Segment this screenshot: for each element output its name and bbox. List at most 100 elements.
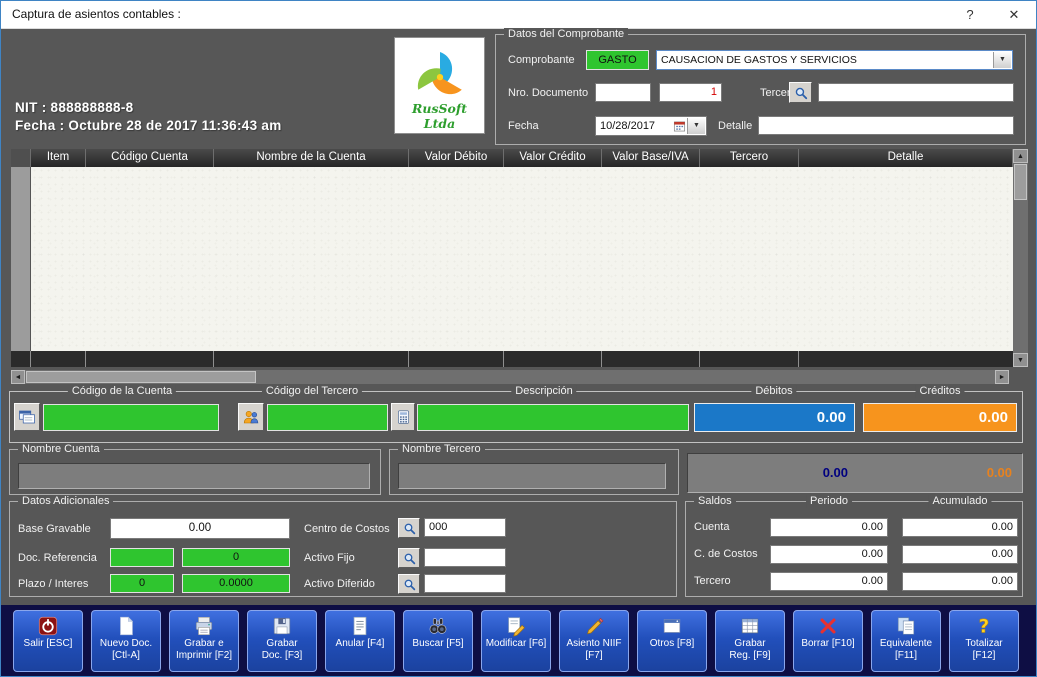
column-header-valor-credito[interactable]: Valor Crédito — [504, 149, 602, 167]
entry-row: Código de la Cuenta Código del Tercero D… — [9, 391, 1023, 443]
cuenta-lookup-button[interactable] — [14, 403, 40, 431]
people-icon — [242, 408, 260, 426]
detalle-field[interactable] — [758, 116, 1014, 135]
interes-field[interactable]: 0.0000 — [182, 574, 290, 593]
buscar-button[interactable]: Buscar [F5] — [403, 610, 473, 672]
centro-costos-search-button[interactable] — [398, 518, 420, 538]
saldo-cuenta-label: Cuenta — [694, 521, 729, 533]
column-header-item[interactable]: Item — [31, 149, 86, 167]
nombre-cuenta-groupbox: Nombre Cuenta — [9, 449, 381, 495]
niif-pencil-icon — [583, 615, 605, 637]
asiento-niif-button[interactable]: Asiento NIIF [F7] — [559, 610, 629, 672]
grid-rows-area[interactable] — [31, 167, 1013, 351]
activo-fijo-label: Activo Fijo — [304, 552, 355, 564]
fecha-label: Fecha — [508, 120, 539, 132]
column-header-valor-debito[interactable]: Valor Débito — [409, 149, 504, 167]
centro-costos-field[interactable]: 000 — [424, 518, 506, 537]
borrar-button[interactable]: Borrar [F10] — [793, 610, 863, 672]
activo-fijo-field[interactable] — [424, 548, 506, 567]
saldos-title: Saldos — [694, 495, 736, 508]
scroll-right-icon[interactable]: ► — [995, 370, 1009, 384]
debitos-amount-field[interactable]: 0.00 — [694, 403, 855, 432]
vertical-scroll-thumb[interactable] — [1014, 164, 1027, 200]
creditos-amount-field[interactable]: 0.00 — [863, 403, 1017, 432]
plazo-interes-label: Plazo / Interes — [18, 578, 88, 590]
equivalente-button[interactable]: Equivalente [F11] — [871, 610, 941, 672]
codigo-cuenta-input[interactable] — [43, 404, 219, 431]
salir-button[interactable]: Salir [ESC] — [13, 610, 83, 672]
nombre-tercero-label: Nombre Tercero — [398, 443, 485, 456]
saldo-tercero-label: Tercero — [694, 575, 731, 587]
plazo-field[interactable]: 0 — [110, 574, 174, 593]
fecha-datepicker[interactable]: 10/28/2017 ▼ — [595, 116, 707, 136]
exit-icon — [37, 615, 59, 637]
centro-costos-label: Centro de Costos — [304, 523, 390, 535]
borrar-label: Borrar [F10] — [801, 638, 854, 650]
title-bar: Captura de asientos contables : ? ✕ — [1, 1, 1036, 29]
column-header-valor-base-iva[interactable]: Valor Base/IVA — [602, 149, 700, 167]
activo-fijo-search-button[interactable] — [398, 548, 420, 568]
vertical-scrollbar[interactable]: ▲ ▼ — [1013, 149, 1028, 367]
column-header-codigo-cuenta[interactable]: Código Cuenta — [86, 149, 214, 167]
saldo-ccostos-periodo: 0.00 — [770, 545, 888, 564]
comprobante-groupbox-title: Datos del Comprobante — [504, 28, 628, 41]
grid-body[interactable] — [11, 167, 1013, 351]
column-header-tercero[interactable]: Tercero — [700, 149, 799, 167]
doc-referencia-tipo-field[interactable] — [110, 548, 174, 567]
scroll-down-icon[interactable]: ▼ — [1013, 353, 1028, 367]
base-gravable-field[interactable]: 0.00 — [110, 518, 290, 539]
horizontal-scroll-thumb[interactable] — [26, 371, 256, 383]
saldo-tercero-acumulado: 0.00 — [902, 572, 1018, 591]
saldo-ccostos-acumulado: 0.00 — [902, 545, 1018, 564]
grabar-reg-button[interactable]: Grabar Reg. [F9] — [715, 610, 785, 672]
tercero-lookup-button[interactable] — [238, 403, 264, 431]
comprobante-label: Comprobante — [508, 54, 575, 66]
close-button[interactable]: ✕ — [992, 1, 1036, 28]
totalizar-button[interactable]: ? Totalizar [F12] — [949, 610, 1019, 672]
row-selector-strip[interactable] — [11, 167, 31, 351]
scroll-up-icon[interactable]: ▲ — [1013, 149, 1028, 163]
equivalent-docs-icon — [895, 615, 917, 637]
comprobante-code-field[interactable]: GASTO — [586, 50, 649, 70]
calendar-icon — [673, 120, 686, 133]
totalize-question-icon: ? — [973, 615, 995, 637]
saldo-cuenta-periodo: 0.00 — [770, 518, 888, 537]
tercero-field[interactable] — [818, 83, 1014, 102]
saldo-tercero-periodo: 0.00 — [770, 572, 888, 591]
calculator-button[interactable] — [391, 403, 415, 431]
chevron-down-icon[interactable]: ▼ — [687, 118, 705, 134]
grabar-doc-button[interactable]: Grabar Doc. [F3] — [247, 610, 317, 672]
nuevo-doc-button[interactable]: Nuevo Doc. [Ctl-A] — [91, 610, 161, 672]
printer-icon — [193, 615, 215, 637]
scroll-left-icon[interactable]: ◄ — [11, 370, 25, 384]
column-header-detalle[interactable]: Detalle — [799, 149, 1013, 167]
descripcion-input[interactable] — [417, 404, 689, 431]
descripcion-label: Descripción — [511, 385, 576, 398]
base-gravable-label: Base Gravable — [18, 523, 91, 535]
grabar-imprimir-button[interactable]: Grabar e Imprimir [F2] — [169, 610, 239, 672]
codigo-tercero-input[interactable] — [267, 404, 388, 431]
horizontal-scrollbar[interactable]: ◄ ► — [11, 370, 1009, 384]
doc-referencia-numero-field[interactable]: 0 — [182, 548, 290, 567]
total-debitos-value: 0.00 — [823, 465, 848, 480]
activo-diferido-search-button[interactable] — [398, 574, 420, 594]
modificar-button[interactable]: Modificar [F6] — [481, 610, 551, 672]
help-button[interactable]: ? — [948, 1, 992, 28]
codigo-tercero-label: Código del Tercero — [262, 385, 362, 398]
column-header-nombre-cuenta[interactable]: Nombre de la Cuenta — [214, 149, 409, 167]
toolbar: Salir [ESC] Nuevo Doc. [Ctl-A] Grabar e … — [1, 605, 1037, 677]
search-icon — [403, 578, 416, 591]
chevron-down-icon[interactable]: ▼ — [993, 52, 1011, 68]
documento-number-field[interactable]: 1 — [659, 83, 722, 102]
anular-button[interactable]: Anular [F4] — [325, 610, 395, 672]
saldos-groupbox: Saldos Periodo Acumulado Cuenta 0.00 0.0… — [685, 501, 1023, 597]
grabar-reg-label: Grabar Reg. [F9] — [729, 638, 770, 662]
activo-diferido-field[interactable] — [424, 574, 506, 593]
tercero-search-button[interactable] — [789, 82, 812, 103]
otros-button[interactable]: Otros [F8] — [637, 610, 707, 672]
anular-label: Anular [F4] — [336, 638, 385, 650]
comprobante-select[interactable]: CAUSACION DE GASTOS Y SERVICIOS ▼ — [656, 50, 1013, 70]
buscar-label: Buscar [F5] — [412, 638, 463, 650]
documento-prefix-field[interactable] — [595, 83, 651, 102]
others-window-icon — [661, 615, 683, 637]
